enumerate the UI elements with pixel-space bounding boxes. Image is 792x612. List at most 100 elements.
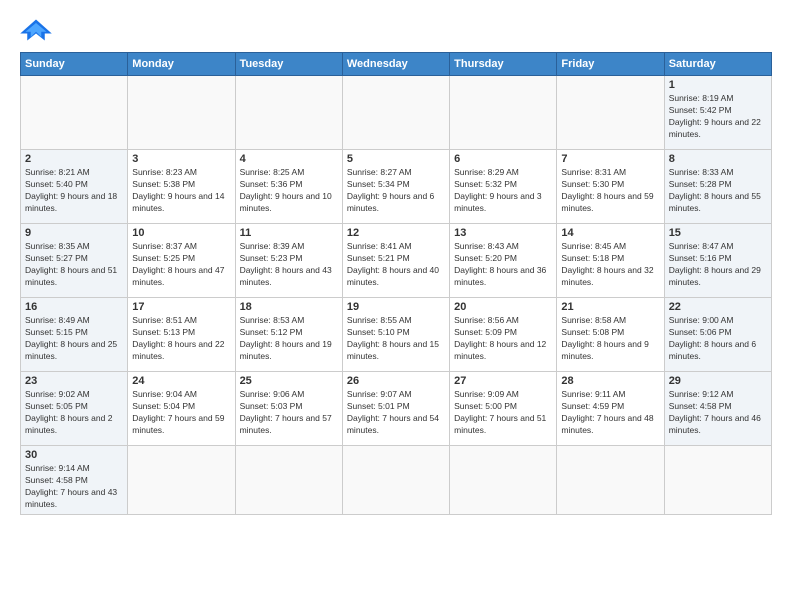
day-number: 22 [669,301,767,313]
cell-sun-info: Sunrise: 9:02 AMSunset: 5:05 PMDaylight:… [25,389,123,437]
table-row: 11 Sunrise: 8:39 AMSunset: 5:23 PMDayligh… [235,224,342,298]
calendar-row: 2 Sunrise: 8:21 AMSunset: 5:40 PMDaylight… [21,150,772,224]
table-row: 7 Sunrise: 8:31 AMSunset: 5:30 PMDaylight… [557,150,664,224]
table-row: 6 Sunrise: 8:29 AMSunset: 5:32 PMDaylight… [450,150,557,224]
table-row: 25 Sunrise: 9:06 AMSunset: 5:03 PMDayligh… [235,372,342,446]
table-row: 19Sunrise: 8:55 AMSunset: 5:10 PMDayligh… [342,298,449,372]
calendar: Sunday Monday Tuesday Wednesday Thursday… [20,52,772,515]
table-row: 12 Sunrise: 8:41 AMSunset: 5:21 PMDayligh… [342,224,449,298]
cell-sun-info: Sunrise: 8:31 AMSunset: 5:30 PMDaylight:… [561,167,659,215]
table-row: 8 Sunrise: 8:33 AMSunset: 5:28 PMDaylight… [664,150,771,224]
cell-sun-info: Sunrise: 8:19 AMSunset: 5:42 PMDaylight:… [669,93,767,141]
table-row: 13Sunrise: 8:43 AMSunset: 5:20 PMDayligh… [450,224,557,298]
cell-sun-info: Sunrise: 8:29 AMSunset: 5:32 PMDaylight:… [454,167,552,215]
cell-sun-info: Sunrise: 9:04 AMSunset: 5:04 PMDaylight:… [132,389,230,437]
table-row [235,446,342,515]
table-row: 24 Sunrise: 9:04 AMSunset: 5:04 PMDayligh… [128,372,235,446]
cell-sun-info: Sunrise: 8:41 AMSunset: 5:21 PMDaylight:… [347,241,445,289]
table-row [450,446,557,515]
table-row [21,76,128,150]
day-number: 29 [669,375,767,387]
cell-sun-info: Sunrise: 8:58 AMSunset: 5:08 PMDaylight:… [561,315,659,363]
cell-sun-info: Sunrise: 8:53 AMSunset: 5:12 PMDaylight:… [240,315,338,363]
table-row: 4Sunrise: 8:25 AMSunset: 5:36 PMDaylight… [235,150,342,224]
cell-sun-info: Sunrise: 9:12 AMSunset: 4:58 PMDaylight:… [669,389,767,437]
table-row [235,76,342,150]
table-row [557,446,664,515]
table-row: 10Sunrise: 8:37 AMSunset: 5:25 PMDayligh… [128,224,235,298]
table-row: 1 Sunrise: 8:19 AMSunset: 5:42 PMDaylight… [664,76,771,150]
day-number: 19 [347,301,445,313]
header-thursday: Thursday [450,53,557,76]
header-monday: Monday [128,53,235,76]
header-tuesday: Tuesday [235,53,342,76]
calendar-row: 16Sunrise: 8:49 AMSunset: 5:15 PMDayligh… [21,298,772,372]
day-number: 11 [240,227,338,239]
table-row [342,76,449,150]
day-number: 12 [347,227,445,239]
table-row: 18 Sunrise: 8:53 AMSunset: 5:12 PMDayligh… [235,298,342,372]
day-number: 23 [25,375,123,387]
day-number: 7 [561,153,659,165]
table-row: 5Sunrise: 8:27 AMSunset: 5:34 PMDaylight… [342,150,449,224]
cell-sun-info: Sunrise: 9:07 AMSunset: 5:01 PMDaylight:… [347,389,445,437]
cell-sun-info: Sunrise: 9:06 AMSunset: 5:03 PMDaylight:… [240,389,338,437]
day-number: 9 [25,227,123,239]
table-row: 21Sunrise: 8:58 AMSunset: 5:08 PMDayligh… [557,298,664,372]
page: Sunday Monday Tuesday Wednesday Thursday… [0,0,792,612]
table-row [128,446,235,515]
header-saturday: Saturday [664,53,771,76]
weekday-header-row: Sunday Monday Tuesday Wednesday Thursday… [21,53,772,76]
calendar-row: 23 Sunrise: 9:02 AMSunset: 5:05 PMDayligh… [21,372,772,446]
cell-sun-info: Sunrise: 9:11 AMSunset: 4:59 PMDaylight:… [561,389,659,437]
calendar-row: 30Sunrise: 9:14 AMSunset: 4:58 PMDayligh… [21,446,772,515]
cell-sun-info: Sunrise: 8:33 AMSunset: 5:28 PMDaylight:… [669,167,767,215]
table-row: 2 Sunrise: 8:21 AMSunset: 5:40 PMDaylight… [21,150,128,224]
table-row: 15 Sunrise: 8:47 AMSunset: 5:16 PMDayligh… [664,224,771,298]
day-number: 2 [25,153,123,165]
table-row: 28 Sunrise: 9:11 AMSunset: 4:59 PMDayligh… [557,372,664,446]
cell-sun-info: Sunrise: 8:39 AMSunset: 5:23 PMDaylight:… [240,241,338,289]
logo-icon [20,16,52,44]
day-number: 25 [240,375,338,387]
cell-sun-info: Sunrise: 8:43 AMSunset: 5:20 PMDaylight:… [454,241,552,289]
day-number: 17 [132,301,230,313]
cell-sun-info: Sunrise: 9:00 AMSunset: 5:06 PMDaylight:… [669,315,767,363]
cell-sun-info: Sunrise: 8:45 AMSunset: 5:18 PMDaylight:… [561,241,659,289]
table-row: 30Sunrise: 9:14 AMSunset: 4:58 PMDayligh… [21,446,128,515]
table-row: 22 Sunrise: 9:00 AMSunset: 5:06 PMDayligh… [664,298,771,372]
day-number: 1 [669,79,767,91]
table-row: 27 Sunrise: 9:09 AMSunset: 5:00 PMDayligh… [450,372,557,446]
table-row [342,446,449,515]
day-number: 10 [132,227,230,239]
table-row: 17 Sunrise: 8:51 AMSunset: 5:13 PMDayligh… [128,298,235,372]
day-number: 5 [347,153,445,165]
day-number: 24 [132,375,230,387]
day-number: 15 [669,227,767,239]
cell-sun-info: Sunrise: 8:23 AMSunset: 5:38 PMDaylight:… [132,167,230,215]
table-row: 26Sunrise: 9:07 AMSunset: 5:01 PMDayligh… [342,372,449,446]
day-number: 27 [454,375,552,387]
table-row [128,76,235,150]
calendar-row: 1 Sunrise: 8:19 AMSunset: 5:42 PMDaylight… [21,76,772,150]
header-wednesday: Wednesday [342,53,449,76]
cell-sun-info: Sunrise: 9:14 AMSunset: 4:58 PMDaylight:… [25,463,123,511]
cell-sun-info: Sunrise: 8:21 AMSunset: 5:40 PMDaylight:… [25,167,123,215]
cell-sun-info: Sunrise: 8:35 AMSunset: 5:27 PMDaylight:… [25,241,123,289]
day-number: 8 [669,153,767,165]
table-row: 23 Sunrise: 9:02 AMSunset: 5:05 PMDayligh… [21,372,128,446]
day-number: 6 [454,153,552,165]
table-row: 16Sunrise: 8:49 AMSunset: 5:15 PMDayligh… [21,298,128,372]
header-sunday: Sunday [21,53,128,76]
header-friday: Friday [557,53,664,76]
cell-sun-info: Sunrise: 9:09 AMSunset: 5:00 PMDaylight:… [454,389,552,437]
table-row [450,76,557,150]
cell-sun-info: Sunrise: 8:47 AMSunset: 5:16 PMDaylight:… [669,241,767,289]
day-number: 18 [240,301,338,313]
day-number: 14 [561,227,659,239]
cell-sun-info: Sunrise: 8:25 AMSunset: 5:36 PMDaylight:… [240,167,338,215]
calendar-row: 9 Sunrise: 8:35 AMSunset: 5:27 PMDaylight… [21,224,772,298]
day-number: 28 [561,375,659,387]
cell-sun-info: Sunrise: 8:51 AMSunset: 5:13 PMDaylight:… [132,315,230,363]
cell-sun-info: Sunrise: 8:56 AMSunset: 5:09 PMDaylight:… [454,315,552,363]
